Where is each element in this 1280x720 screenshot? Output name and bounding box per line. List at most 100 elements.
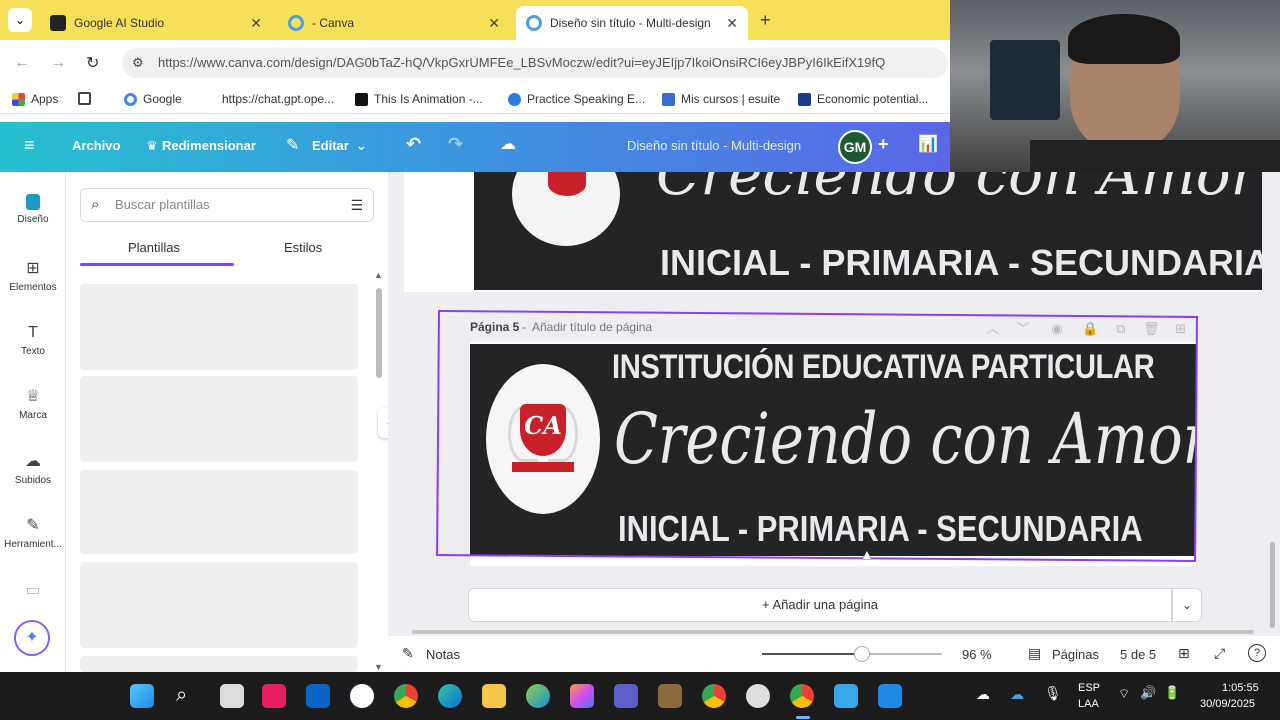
sidebar-item-marca[interactable]: ♕ Marca [0, 388, 66, 421]
file-explorer-icon[interactable] [482, 684, 506, 708]
template-card[interactable] [80, 562, 358, 648]
tab-google-ai-studio[interactable]: Google AI Studio ✕ [40, 6, 272, 40]
search-input[interactable]: ⌕ Buscar plantillas ☰ [80, 188, 374, 222]
sidebar-item-diseno[interactable]: Diseño [0, 194, 66, 225]
edge-dev-icon[interactable] [526, 684, 550, 708]
wifi-icon[interactable]: ⌔ [1118, 686, 1130, 702]
undo-icon[interactable]: ↶ [406, 134, 421, 155]
photos-icon[interactable] [878, 684, 902, 708]
bookmark-practice[interactable]: Practice Speaking E... [508, 92, 645, 106]
previous-page-banner[interactable]: Creciendo con Amor INICIAL - PRIMARIA - … [474, 172, 1262, 290]
photo-icon[interactable] [658, 684, 682, 708]
notes-button[interactable]: Notas [426, 647, 460, 662]
outlook-icon[interactable] [306, 684, 330, 708]
canvas-scrollbar-h[interactable] [412, 630, 1254, 634]
avatar[interactable]: GM [838, 130, 872, 164]
new-tab-button[interactable]: + [760, 10, 771, 31]
tiktok-icon[interactable] [262, 684, 286, 708]
ca-logo-shield [548, 172, 586, 196]
menu-editar[interactable]: Editar [312, 138, 349, 153]
search-icon[interactable]: ⌕ [176, 684, 187, 707]
tab-estilos[interactable]: Estilos [284, 240, 322, 255]
grid-view-icon[interactable]: ⊞ [1178, 645, 1190, 662]
chrome-profile-icon[interactable] [702, 684, 726, 708]
menu-archivo[interactable]: Archivo [72, 138, 120, 153]
bookmark-animation[interactable]: This Is Animation -... [355, 92, 483, 106]
bookmark-cursos[interactable]: Mis cursos | esuite [662, 92, 780, 106]
zoom-value[interactable]: 96 % [962, 647, 992, 662]
fullscreen-icon[interactable]: ⤢ [1214, 645, 1225, 662]
close-tab-icon[interactable]: ✕ [250, 15, 262, 32]
clock-date[interactable]: 30/09/2025 [1200, 698, 1255, 710]
document-title[interactable]: Diseño sin título - Multi-design [627, 138, 801, 153]
close-tab-icon[interactable]: ✕ [726, 15, 738, 32]
chrome-dev-icon[interactable] [746, 684, 770, 708]
template-card[interactable] [80, 656, 358, 672]
reload-icon[interactable]: ↻ [86, 53, 99, 73]
sidebar-item-folder[interactable]: ▭ [0, 582, 66, 604]
scroll-up-icon[interactable]: ▲ [374, 270, 383, 280]
bookmark-google[interactable]: Google [124, 92, 182, 106]
hamburger-icon[interactable]: ≡ [24, 135, 35, 156]
volume-icon[interactable]: 🔊 [1140, 685, 1156, 701]
canvas-scrollbar-v[interactable] [1270, 542, 1275, 628]
notepad-icon[interactable] [834, 684, 858, 708]
language-code[interactable]: ESP [1078, 682, 1100, 694]
filter-icon[interactable]: ☰ [350, 189, 363, 221]
ai-studio-favicon [50, 15, 66, 31]
bookmark-economic[interactable]: Economic potential... [798, 92, 928, 106]
language-layout[interactable]: LAA [1078, 698, 1099, 710]
copilot-icon[interactable] [570, 684, 594, 708]
template-card[interactable] [80, 284, 358, 370]
redo-icon[interactable]: ↷ [448, 134, 463, 155]
pages-button[interactable]: Páginas [1052, 647, 1099, 662]
notes-icon[interactable]: ✎ [402, 645, 414, 662]
webcam-hair [1068, 14, 1180, 64]
zoom-slider-handle[interactable] [854, 646, 870, 662]
pages-icon[interactable]: ▤ [1028, 645, 1041, 662]
insights-icon[interactable]: 📊 [918, 134, 938, 154]
template-card[interactable] [80, 376, 358, 462]
tab-plantillas[interactable]: Plantillas [128, 240, 180, 255]
onedrive-icon[interactable]: ☁ [976, 686, 990, 703]
close-tab-icon[interactable]: ✕ [488, 15, 500, 32]
forward-icon[interactable]: → [50, 54, 66, 72]
clock-time[interactable]: 1:05:55 [1222, 682, 1259, 694]
edge-icon[interactable] [438, 684, 462, 708]
bookmark-apps[interactable]: Apps [12, 92, 58, 106]
app-icon[interactable] [350, 684, 374, 708]
help-icon[interactable]: ? [1248, 644, 1266, 662]
task-view-icon[interactable] [220, 684, 244, 708]
add-page-button[interactable]: + Añadir una página [468, 588, 1172, 622]
back-icon[interactable]: ← [14, 54, 30, 72]
battery-icon[interactable]: 🔋 [1164, 685, 1180, 701]
cloud-saved-icon[interactable]: ☁ [500, 134, 516, 154]
tab-canva[interactable]: - Canva ✕ [278, 6, 510, 40]
site-info-icon[interactable]: ⚙ [132, 48, 144, 78]
microphone-icon[interactable]: 🎙 [1044, 685, 1062, 702]
panel-scrollbar[interactable] [376, 288, 382, 378]
url-field[interactable]: ⚙ https://www.canva.com/design/DAG0bTaZ-… [122, 48, 948, 78]
onedrive-business-icon[interactable]: ☁ [1010, 686, 1024, 703]
sidebar-item-elementos[interactable]: ⊞ Elementos [0, 260, 66, 293]
add-page-options-button[interactable]: ⌄ [1172, 588, 1202, 622]
start-icon[interactable] [130, 684, 154, 708]
template-card[interactable] [80, 470, 358, 554]
bookmark-grid[interactable] [78, 92, 97, 105]
magic-assistant-button[interactable]: ✦ [14, 620, 50, 656]
chevron-down-icon[interactable]: ⌄ [356, 138, 367, 154]
bookmark-chatgpt[interactable]: https://chat.gpt.ope... [222, 92, 334, 106]
address-bar-row: ← → ↻ ⚙ https://www.canva.com/design/DAG… [0, 40, 950, 86]
sidebar-item-subidos[interactable]: ☁ Subidos [0, 453, 66, 486]
tab-list-button[interactable]: ⌄ [8, 8, 32, 32]
menu-redimensionar[interactable]: Redimensionar [162, 138, 256, 153]
teams-icon[interactable] [614, 684, 638, 708]
scroll-down-icon[interactable]: ▼ [374, 662, 383, 672]
add-collaborator-icon[interactable]: + [878, 134, 889, 155]
chrome-active-icon[interactable] [790, 684, 814, 708]
tab-canva-design[interactable]: Diseño sin título - Multi-design ✕ [516, 6, 748, 40]
folder-icon: ▭ [25, 582, 41, 599]
chrome-icon[interactable] [394, 684, 418, 708]
sidebar-item-herramientas[interactable]: ✎ Herramient... [0, 517, 66, 550]
sidebar-item-texto[interactable]: T Texto [0, 324, 66, 357]
